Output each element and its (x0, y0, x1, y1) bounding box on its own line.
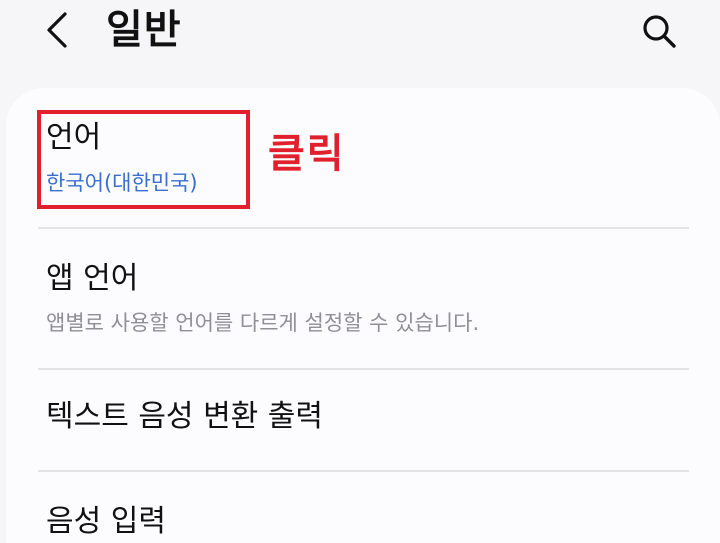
app-header: 일반 (0, 0, 720, 88)
item-title: 언어 (46, 120, 102, 155)
settings-item-app-language[interactable]: 앱 언어 앱별로 사용할 언어를 다르게 설정할 수 있습니다. (6, 229, 720, 369)
item-title: 음성 입력 (46, 504, 166, 539)
chevron-left-icon (47, 12, 67, 48)
click-annotation: 클릭 (268, 131, 346, 177)
settings-card: 언어 한국어(대한민국) 클릭 앱 언어 앱별로 사용할 언어를 다르게 설정할… (6, 88, 720, 543)
settings-item-tts-output[interactable]: 텍스트 음성 변환 출력 (6, 370, 720, 470)
item-subtitle: 앱별로 사용할 언어를 다르게 설정할 수 있습니다. (46, 311, 480, 335)
item-subtitle: 한국어(대한민국) (46, 171, 198, 195)
back-button[interactable] (34, 6, 82, 54)
settings-item-language[interactable]: 언어 한국어(대한민국) (6, 88, 720, 228)
settings-general-page: 일반 언어 한국어(대한민국) 클릭 앱 언어 앱별로 사용할 언어를 다르게 … (0, 0, 720, 543)
search-icon (643, 15, 676, 48)
item-title: 텍스트 음성 변환 출력 (46, 399, 324, 434)
search-button[interactable] (634, 6, 684, 56)
settings-item-voice-input[interactable]: 음성 입력 (6, 472, 720, 543)
page-title: 일반 (106, 7, 182, 53)
item-title: 앱 언어 (46, 261, 139, 296)
